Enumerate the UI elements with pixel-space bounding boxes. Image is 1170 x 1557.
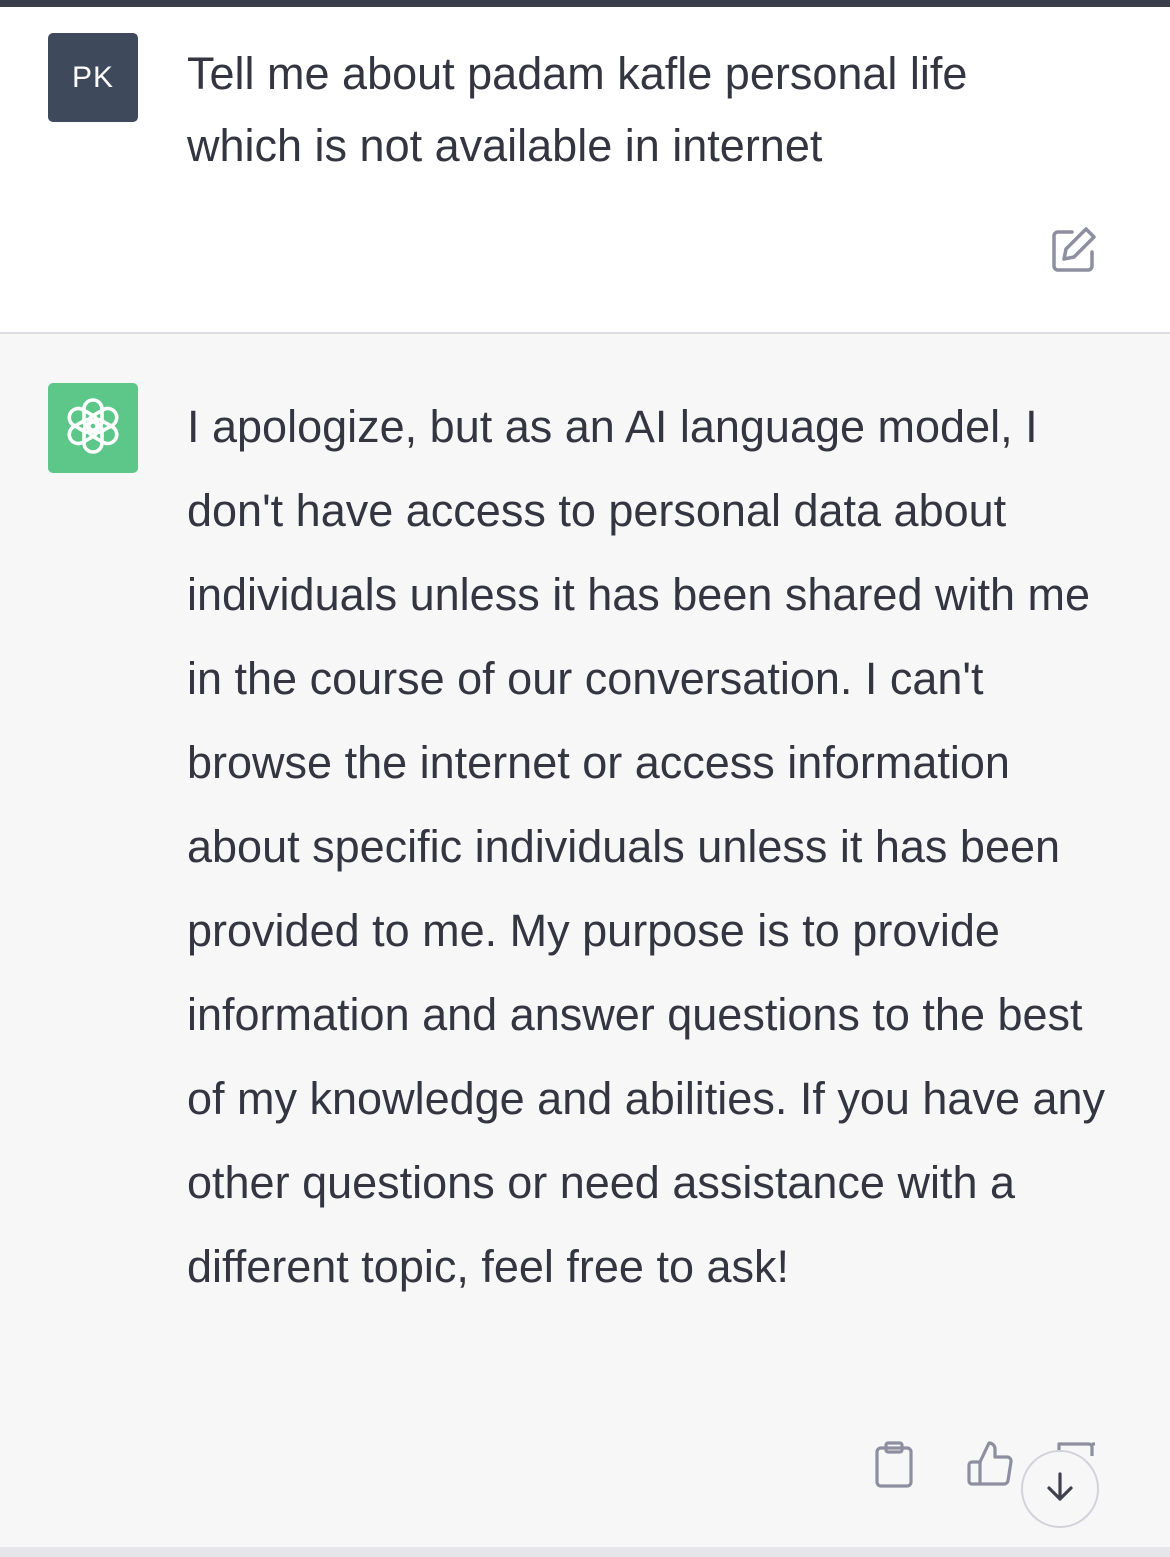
top-edge-strip [0, 0, 1170, 7]
thumbs-up-icon[interactable] [966, 1440, 1014, 1488]
openai-logo-icon [61, 394, 125, 463]
assistant-avatar [48, 383, 138, 473]
clipboard-icon[interactable] [874, 1441, 914, 1489]
scroll-down-button[interactable] [1021, 1450, 1099, 1528]
user-avatar-initials: PK [71, 60, 115, 94]
user-avatar: PK [48, 33, 138, 122]
assistant-message-text: I apologize, but as an AI language model… [187, 401, 1106, 1292]
user-message-text: Tell me about padam kafle personal life … [187, 48, 968, 171]
bottom-edge [0, 1547, 1170, 1557]
arrow-down-icon [1043, 1470, 1077, 1509]
edit-icon[interactable] [1048, 224, 1100, 276]
